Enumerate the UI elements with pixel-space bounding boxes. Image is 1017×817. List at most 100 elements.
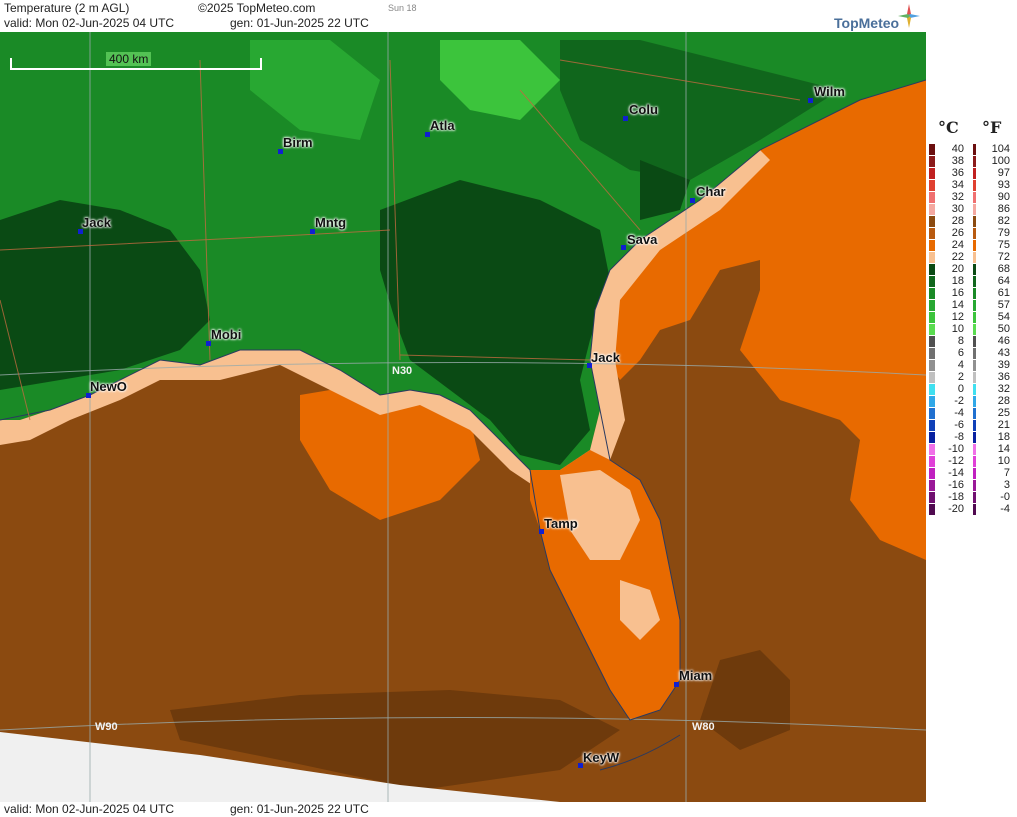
legend-swatch-f xyxy=(973,180,976,191)
legend-fahrenheit-value: 50 xyxy=(997,323,1010,335)
legend-fahrenheit-value: 64 xyxy=(997,275,1010,287)
legend-swatch-f xyxy=(973,240,976,251)
legend-unit-fahrenheit: °F xyxy=(982,118,1002,137)
legend-row: -4 25 xyxy=(926,407,1017,419)
legend-celsius-value: 8 xyxy=(957,335,964,347)
city-label-char[interactable]: Char xyxy=(696,184,726,199)
legend-fahrenheit-value: 54 xyxy=(997,311,1010,323)
legend-celsius-value: -4 xyxy=(954,407,964,419)
legend-row: 28 82 xyxy=(926,215,1017,227)
legend-celsius-value: 14 xyxy=(951,299,964,311)
legend-row: 12 54 xyxy=(926,311,1017,323)
legend-swatch-f xyxy=(973,264,976,275)
legend-celsius-value: 20 xyxy=(951,263,964,275)
legend-celsius-value: 24 xyxy=(951,239,964,251)
legend-row: 40 104 xyxy=(926,143,1017,155)
copyright: ©2025 TopMeteo.com xyxy=(198,1,316,15)
legend-row: -16 3 xyxy=(926,479,1017,491)
city-label-sava[interactable]: Sava xyxy=(627,232,657,247)
legend-fahrenheit-value: 104 xyxy=(991,143,1010,155)
legend-swatch xyxy=(929,432,935,443)
legend-row: 4 39 xyxy=(926,359,1017,371)
legend-swatch-f xyxy=(973,192,976,203)
legend-swatch xyxy=(929,156,935,167)
legend-row: -10 14 xyxy=(926,443,1017,455)
legend-row: -20 -4 xyxy=(926,503,1017,515)
city-label-tamp[interactable]: Tamp xyxy=(544,516,578,531)
legend-celsius-value: 4 xyxy=(957,359,964,371)
legend-fahrenheit-value: 21 xyxy=(997,419,1010,431)
city-label-keyw[interactable]: KeyW xyxy=(583,750,619,765)
legend-swatch xyxy=(929,408,935,419)
legend-row: 22 72 xyxy=(926,251,1017,263)
legend-swatch xyxy=(929,240,935,251)
city-label-newo[interactable]: NewO xyxy=(90,379,127,394)
legend-swatch-f xyxy=(973,372,976,383)
compass-logo-icon xyxy=(898,4,920,28)
latitude-label-n30: N30 xyxy=(392,365,413,377)
legend-row: 10 50 xyxy=(926,323,1017,335)
legend-swatch xyxy=(929,456,935,467)
topmeteo-logo-text: TopMeteo xyxy=(834,15,900,31)
legend-fahrenheit-value: 57 xyxy=(997,299,1010,311)
city-marker xyxy=(623,116,628,121)
legend-swatch xyxy=(929,144,935,155)
legend-fahrenheit-value: 79 xyxy=(997,227,1010,239)
legend-celsius-value: -2 xyxy=(954,395,964,407)
legend-celsius-value: 12 xyxy=(951,311,964,323)
map-canvas xyxy=(0,32,926,802)
city-label-wilm[interactable]: Wilm xyxy=(814,84,845,99)
generated-time: gen: 01-Jun-2025 22 UTC xyxy=(230,16,369,30)
legend-fahrenheit-value: 3 xyxy=(1003,479,1010,491)
legend-row: 20 68 xyxy=(926,263,1017,275)
legend-celsius-value: 26 xyxy=(951,227,964,239)
legend-celsius-value: -16 xyxy=(948,479,964,491)
legend-fahrenheit-value: 36 xyxy=(997,371,1010,383)
legend-swatch-f xyxy=(973,432,976,443)
city-label-birm[interactable]: Birm xyxy=(283,135,313,150)
legend-fahrenheit-value: 68 xyxy=(997,263,1010,275)
legend-fahrenheit-value: 46 xyxy=(997,335,1010,347)
legend-swatch xyxy=(929,252,935,263)
legend-swatch-f xyxy=(973,288,976,299)
legend-fahrenheit-value: 43 xyxy=(997,347,1010,359)
legend-celsius-value: -14 xyxy=(948,467,964,479)
longitude-label-w80: W80 xyxy=(692,721,715,733)
legend-row: -2 28 xyxy=(926,395,1017,407)
temperature-legend: °C °F 40 104 38 100 36 97 34 93 32 90 30 86 28 82 26 79… xyxy=(926,0,1017,817)
legend-swatch xyxy=(929,492,935,503)
city-label-mntg[interactable]: Mntg xyxy=(315,215,346,230)
city-label-colu[interactable]: Colu xyxy=(629,102,658,117)
city-marker xyxy=(808,98,813,103)
legend-swatch-f xyxy=(973,300,976,311)
city-label-jack-fl[interactable]: Jack xyxy=(591,350,620,365)
legend-swatch-f xyxy=(973,384,976,395)
legend-celsius-value: 30 xyxy=(951,203,964,215)
footer-generated-time: gen: 01-Jun-2025 22 UTC xyxy=(230,802,369,816)
city-label-miam[interactable]: Miam xyxy=(679,668,712,683)
temperature-map[interactable]: 400 km Wilm Colu Atla Birm Char Jack Mnt… xyxy=(0,32,927,802)
legend-row: 2 36 xyxy=(926,371,1017,383)
legend-celsius-value: 34 xyxy=(951,179,964,191)
legend-row: 32 90 xyxy=(926,191,1017,203)
legend-swatch xyxy=(929,372,935,383)
legend-swatch xyxy=(929,420,935,431)
legend-fahrenheit-value: -0 xyxy=(1000,491,1010,503)
legend-celsius-value: 32 xyxy=(951,191,964,203)
legend-swatch xyxy=(929,216,935,227)
legend-swatch xyxy=(929,288,935,299)
legend-swatch-f xyxy=(973,348,976,359)
legend-swatch xyxy=(929,468,935,479)
legend-swatch-f xyxy=(973,396,976,407)
legend-swatch xyxy=(929,300,935,311)
city-label-atla[interactable]: Atla xyxy=(430,118,455,133)
legend-swatch xyxy=(929,384,935,395)
legend-swatch xyxy=(929,276,935,287)
day-label: Sun 18 xyxy=(388,3,417,13)
city-label-mobi[interactable]: Mobi xyxy=(211,327,241,342)
legend-row: 14 57 xyxy=(926,299,1017,311)
legend-fahrenheit-value: 39 xyxy=(997,359,1010,371)
city-label-jack-ms[interactable]: Jack xyxy=(82,215,111,230)
legend-swatch xyxy=(929,348,935,359)
legend-row: 8 46 xyxy=(926,335,1017,347)
